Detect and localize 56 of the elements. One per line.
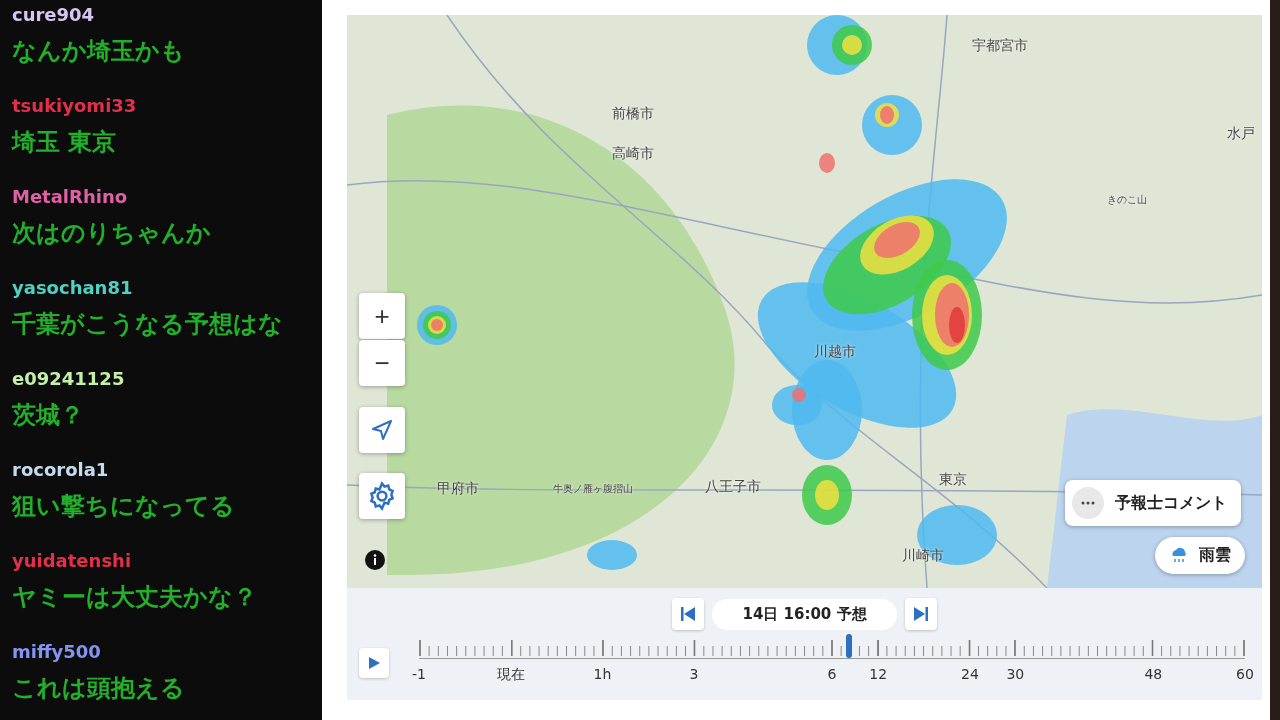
chat-message: ヤミーは大丈夫かな？ [12, 582, 258, 613]
map-place-label: 八王子市 [705, 478, 761, 496]
more-icon [1071, 486, 1105, 520]
chat-username: rocorola1 [12, 459, 110, 481]
map-place-label: きのこ山 [1107, 193, 1147, 207]
navigation-arrow-icon [370, 418, 394, 442]
map-place-label: 川越市 [814, 343, 856, 361]
chat-message: なんか埼玉かも [12, 36, 186, 67]
chat-message: 茨城？ [12, 400, 85, 431]
map-place-label: 川崎市 [902, 547, 944, 565]
map-place-label: 水戸 [1227, 125, 1255, 143]
timeline-tick-label: 48 [1144, 666, 1163, 682]
timeline-tick-label: 1h [593, 666, 612, 682]
timeline-tick-label: 60 [1236, 666, 1254, 682]
timeline-tick-label: 24 [961, 666, 979, 682]
chat-message: 千葉がこうなる予想はな [12, 309, 284, 340]
zoom-out-button[interactable]: − [359, 340, 405, 386]
chat-username: e09241125 [12, 368, 126, 390]
chat-username: cure904 [12, 4, 96, 26]
map-place-label: 宇都宮市 [972, 37, 1028, 55]
timeline-tick-label: -1 [412, 666, 426, 682]
chat-message: 埼玉 東京 [12, 127, 118, 158]
location-button[interactable] [359, 407, 405, 453]
skip-forward-icon [912, 606, 929, 622]
zoom-in-button[interactable]: + [359, 293, 405, 339]
info-icon[interactable] [365, 550, 385, 570]
map-place-label: 東京 [939, 471, 967, 489]
chat-username: yuidatenshi [12, 550, 133, 572]
chat-message: これは頭抱える [12, 673, 186, 704]
skip-back-button[interactable] [672, 598, 705, 630]
timeline-tick-label: 3 [689, 666, 699, 682]
map-place-label: 甲府市 [437, 480, 479, 498]
map-place-label: 高崎市 [612, 145, 654, 163]
rain-radar-map[interactable]: 宇都宮市 前橋市 高崎市 水戸 きのこ山 川越市 甲府市 牛奥ノ雁ヶ腹摺山 八王子市 東京 川崎市 + − 予報士コメント 雨雲 [347, 15, 1262, 588]
slider-thumb[interactable] [845, 634, 852, 658]
chat-username: tsukiyomi33 [12, 95, 138, 117]
chat-message: 次はのりちゃんか [12, 218, 212, 249]
skip-forward-button[interactable] [904, 598, 937, 630]
chat-username: MetalRhino [12, 186, 129, 208]
chat-username: miffy500 [12, 641, 102, 663]
settings-icon [367, 481, 397, 511]
forecaster-comment-button[interactable]: 予報士コメント [1065, 480, 1241, 526]
map-place-label: 前橋市 [612, 105, 654, 123]
forecast-time-label: 14日 16:00 予想 [712, 598, 897, 630]
timeline-tick-label: 現在 [497, 666, 526, 684]
play-icon [367, 656, 381, 670]
timeline-tick-label: 6 [827, 666, 837, 682]
timeline-tick-label: 30 [1006, 666, 1025, 682]
chat-username: yasochan81 [12, 277, 134, 299]
skip-back-icon [680, 606, 697, 622]
rain-cloud-layer-button[interactable]: 雨雲 [1155, 537, 1245, 574]
chat-message: 狙い撃ちになってる [12, 491, 236, 522]
timeline-tick-label: 12 [869, 666, 888, 682]
map-place-label: 牛奥ノ雁ヶ腹摺山 [553, 482, 633, 496]
settings-button[interactable] [359, 473, 405, 519]
play-button[interactable] [359, 648, 389, 678]
